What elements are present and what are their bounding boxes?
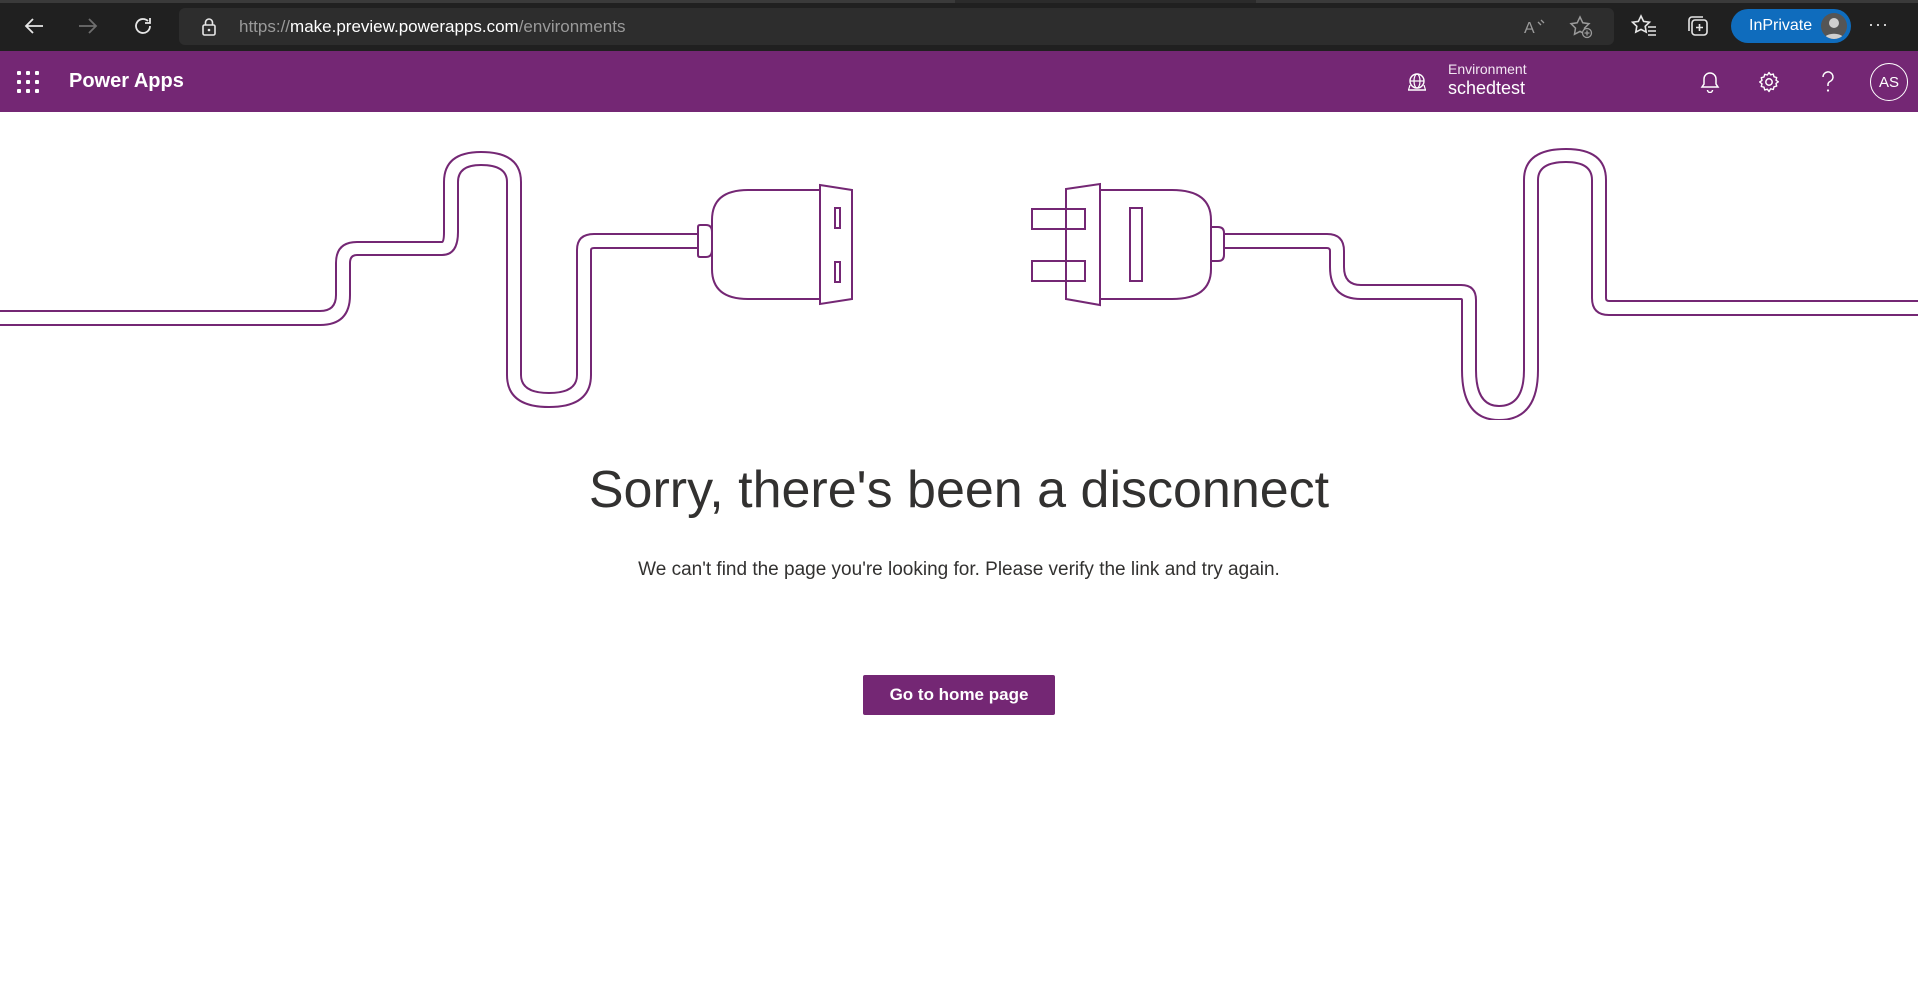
- inprivate-label: InPrivate: [1749, 17, 1813, 34]
- url-host: make.preview.powerapps.com: [290, 17, 519, 36]
- settings-button[interactable]: [1755, 68, 1783, 96]
- environment-name[interactable]: schedtest: [1448, 78, 1525, 99]
- environment-label[interactable]: Environment: [1448, 61, 1527, 77]
- collections-button[interactable]: [1684, 12, 1712, 40]
- gear-icon: [1759, 71, 1779, 93]
- help-icon: [1822, 71, 1834, 92]
- user-avatar[interactable]: AS: [1870, 63, 1908, 101]
- active-tab-edge[interactable]: [0, 0, 955, 3]
- address-bar[interactable]: https://make.preview.powerapps.com/envir…: [179, 8, 1614, 45]
- profile-avatar: [1821, 13, 1847, 39]
- inactive-tab-edge[interactable]: [1256, 0, 1918, 3]
- notifications-button[interactable]: [1696, 68, 1724, 96]
- lock-icon[interactable]: [201, 17, 217, 41]
- inprivate-button[interactable]: InPrivate: [1731, 9, 1851, 43]
- svg-text:A: A: [1524, 20, 1535, 37]
- forward-arrow-icon: [79, 18, 98, 34]
- environment-icon[interactable]: [1406, 71, 1428, 98]
- unplugged-cable-illustration: [0, 147, 1918, 420]
- error-title: Sorry, there's been a disconnect: [588, 461, 1330, 519]
- url-scheme: https://: [239, 17, 291, 36]
- refresh-icon: [135, 18, 151, 34]
- waffle-icon[interactable]: [17, 71, 39, 93]
- url-path: /environments: [518, 17, 626, 36]
- more-icon[interactable]: ···: [1868, 14, 1889, 35]
- back-arrow-icon: [24, 18, 43, 34]
- help-button[interactable]: [1814, 68, 1842, 96]
- app-header: Power Apps Environment schedtest AS: [0, 51, 1918, 112]
- url-text[interactable]: https://make.preview.powerapps.com/envir…: [239, 17, 625, 37]
- refresh-button[interactable]: [126, 9, 160, 43]
- favorites-button[interactable]: [1630, 12, 1658, 40]
- read-aloud-icon[interactable]: A: [1523, 15, 1547, 39]
- collections-icon: [1688, 16, 1708, 36]
- error-message: We can't find the page you're looking fo…: [638, 559, 1280, 580]
- app-name[interactable]: Power Apps: [69, 70, 184, 93]
- add-favorite-icon[interactable]: [1569, 15, 1593, 39]
- browser-toolbar: https://make.preview.powerapps.com/envir…: [0, 0, 1918, 51]
- back-button[interactable]: [17, 9, 51, 43]
- forward-button[interactable]: [71, 9, 105, 43]
- bell-icon: [1700, 72, 1720, 93]
- favorites-icon: [1631, 14, 1656, 36]
- go-to-home-page-button[interactable]: Go to home page: [863, 675, 1055, 715]
